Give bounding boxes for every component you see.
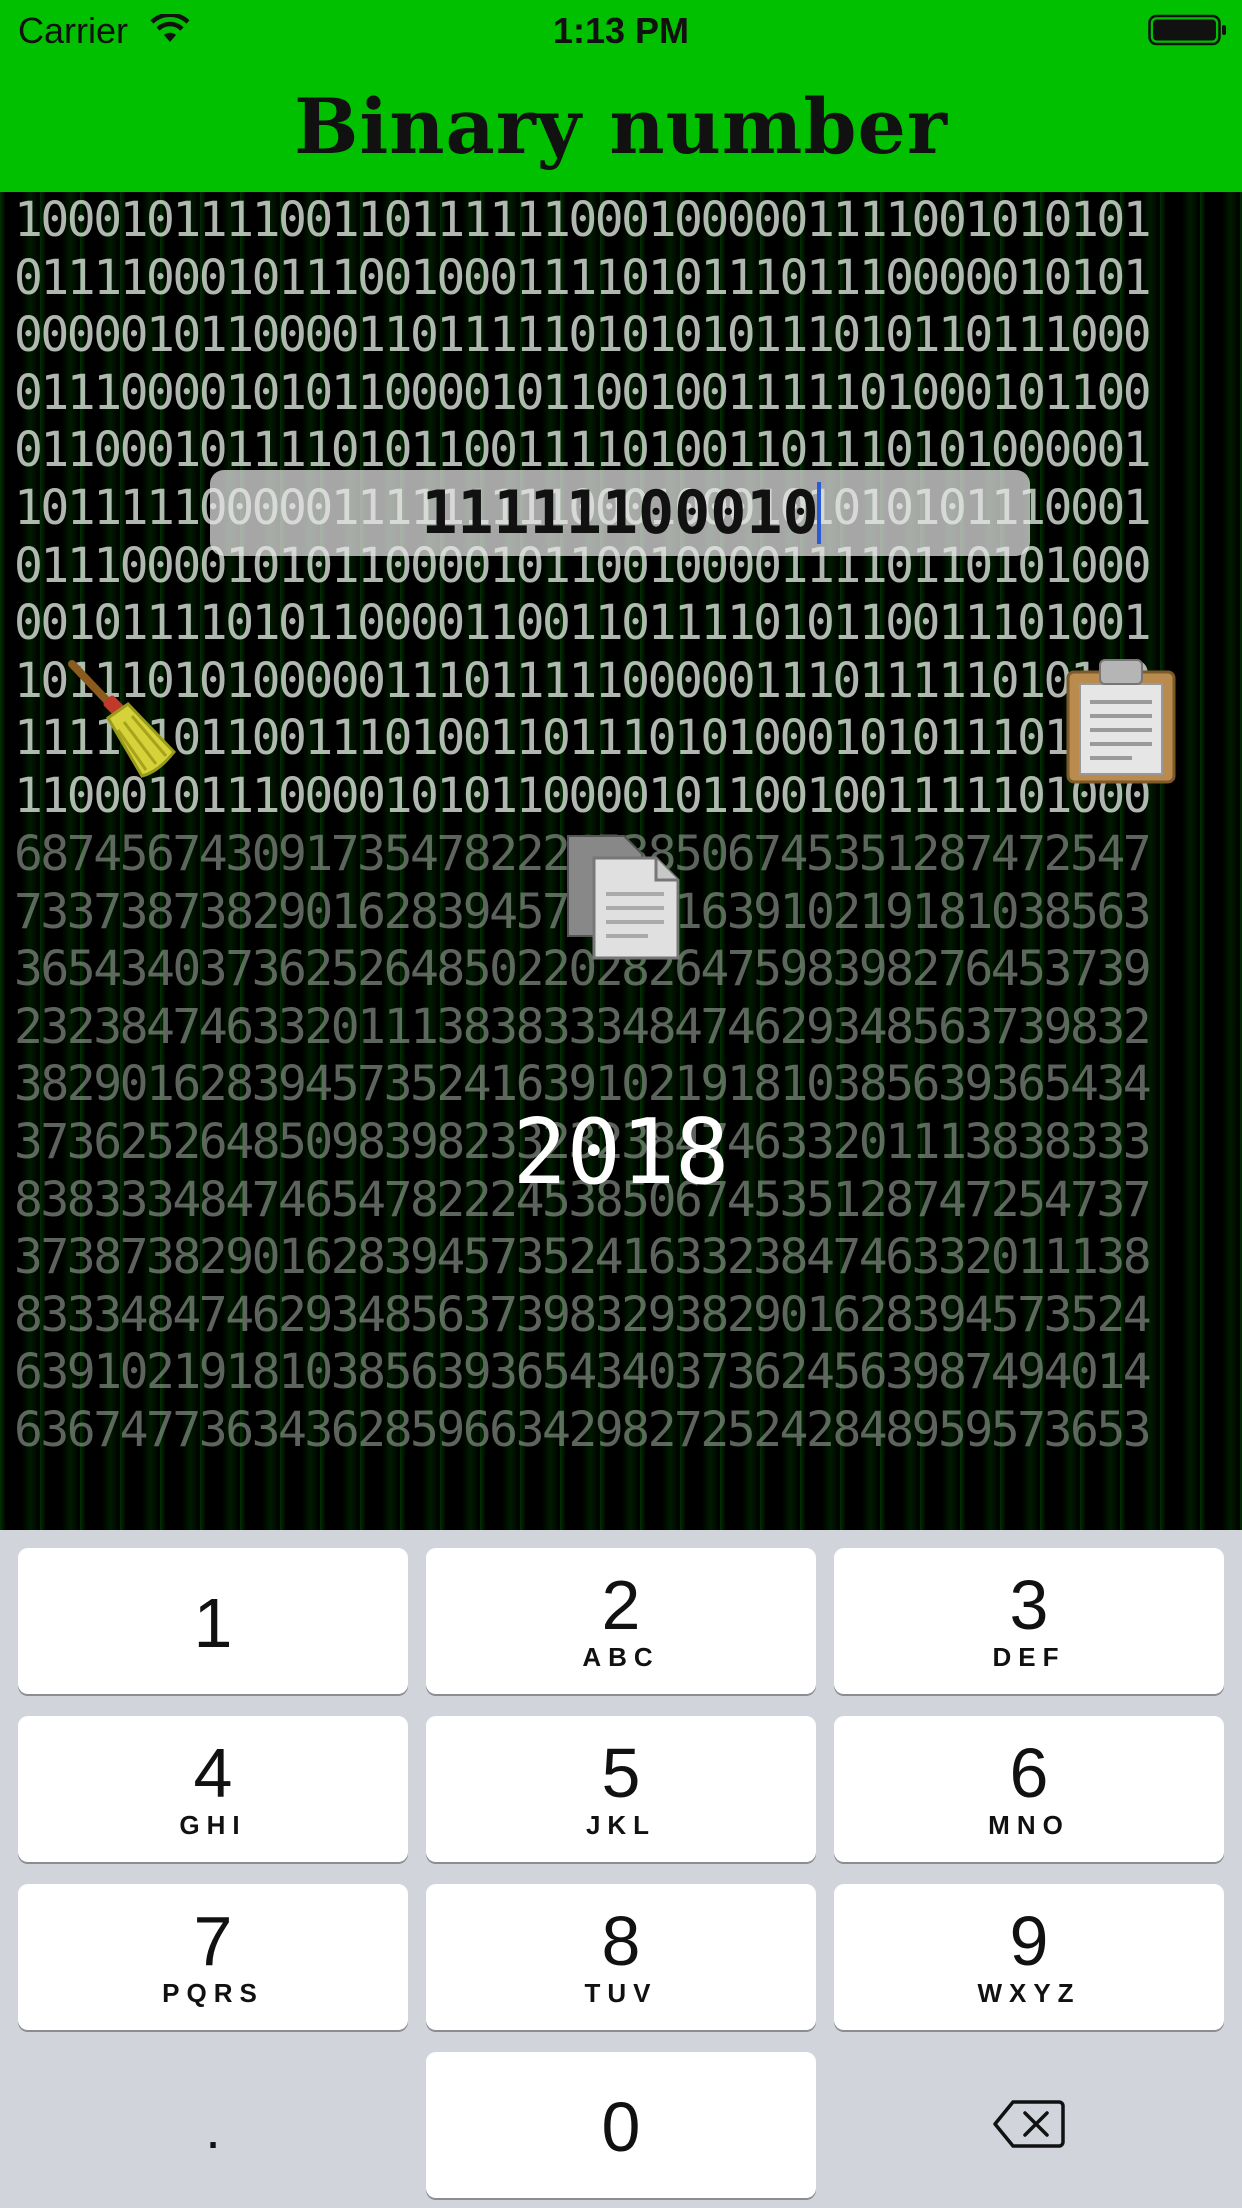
numeric-keypad: 1 2 ABC 3 DEF 4 GHI 5 JKL 6 MNO 7 PQRS 8…	[0, 1530, 1242, 2208]
delete-key[interactable]	[834, 2052, 1224, 2198]
decimal-result: 2018	[512, 1100, 730, 1205]
text-caret	[817, 482, 821, 544]
key-letters: ABC	[582, 1642, 660, 1672]
key-letters: TUV	[584, 1978, 658, 2008]
navigation-header: Carrier 1:13 PM Binary number	[0, 0, 1242, 192]
key-digit: 9	[1009, 1902, 1049, 1980]
key-digit: 8	[601, 1902, 641, 1980]
copy-button[interactable]	[560, 832, 684, 962]
key-digit: 3	[1009, 1566, 1049, 1644]
key-digit: 6	[1009, 1734, 1049, 1812]
key-2[interactable]: 2 ABC	[426, 1548, 816, 1694]
backspace-icon	[993, 2100, 1065, 2148]
key-digit: 1	[193, 1584, 233, 1662]
status-bar: Carrier 1:13 PM	[0, 0, 1242, 62]
key-letters: JKL	[585, 1810, 657, 1840]
paste-button[interactable]	[1062, 658, 1180, 784]
key-6[interactable]: 6 MNO	[834, 1716, 1224, 1862]
copy-documents-icon	[567, 835, 680, 960]
key-5[interactable]: 5 JKL	[426, 1716, 816, 1862]
key-letters: WXYZ	[977, 1978, 1081, 2008]
key-0[interactable]: 0	[426, 2052, 816, 2198]
broom-icon	[68, 660, 176, 778]
key-digit: 4	[193, 1734, 233, 1812]
key-letters: MNO	[988, 1810, 1070, 1840]
key-letters: GHI	[179, 1810, 247, 1840]
key-8[interactable]: 8 TUV	[426, 1884, 816, 2030]
key-4[interactable]: 4 GHI	[18, 1716, 408, 1862]
app-title: Binary number	[294, 82, 948, 171]
key-letters: DEF	[992, 1642, 1066, 1672]
key-letters: PQRS	[162, 1978, 264, 2008]
status-time: 1:13 PM	[552, 10, 690, 51]
key-digit: .	[205, 2097, 221, 2160]
clear-button[interactable]	[62, 660, 182, 780]
key-decimal-point[interactable]: .	[18, 2052, 408, 2198]
key-1[interactable]: 1	[18, 1548, 408, 1694]
key-3[interactable]: 3 DEF	[834, 1548, 1224, 1694]
key-digit: 5	[601, 1734, 641, 1812]
battery-icon	[1148, 14, 1226, 46]
key-digit: 2	[601, 1566, 641, 1644]
key-9[interactable]: 9 WXYZ	[834, 1884, 1224, 2030]
clipboard-icon	[1066, 659, 1176, 784]
binary-input[interactable]	[210, 470, 1030, 556]
key-7[interactable]: 7 PQRS	[18, 1884, 408, 2030]
key-digit: 0	[601, 2088, 641, 2166]
key-digit: 7	[193, 1902, 233, 1980]
